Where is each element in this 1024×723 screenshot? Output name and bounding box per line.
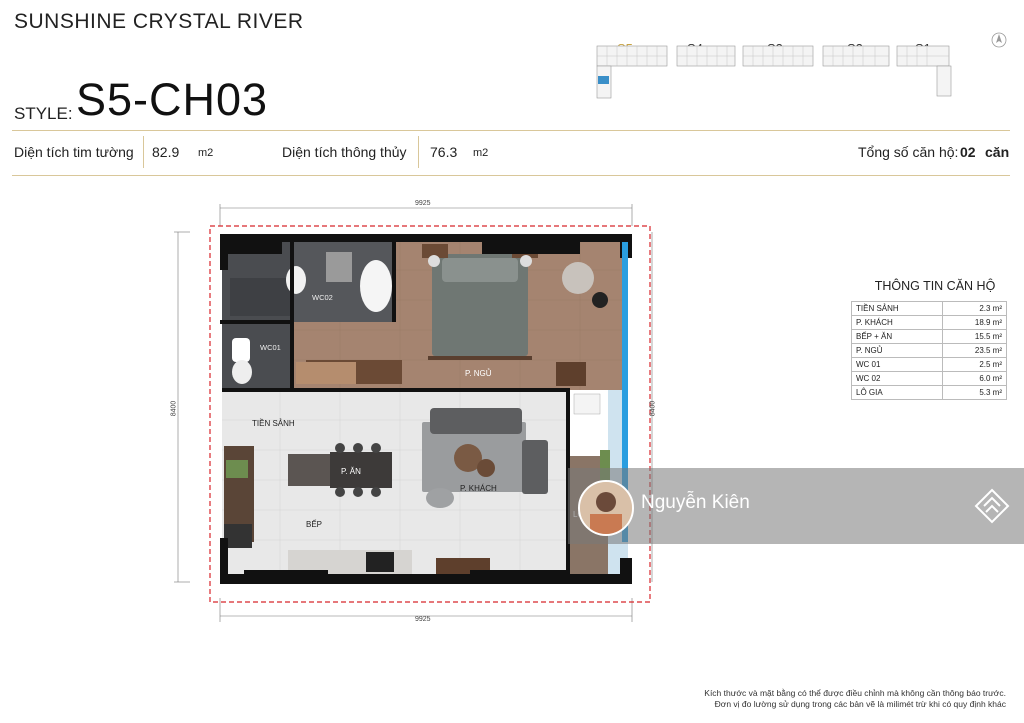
units-label: Tổng số căn hộ: xyxy=(858,144,959,160)
wall-area-value: 82.9 xyxy=(152,144,180,160)
table-cell-name: P. NGỦ xyxy=(850,343,944,358)
table-cell-value: 2.5 m² xyxy=(942,357,1007,372)
table-cell-name: BẾP + ĂN xyxy=(850,329,944,344)
table-cell-value: 18.9 m² xyxy=(942,315,1007,330)
table-cell-name: LÔ GIA xyxy=(850,385,944,400)
clear-area-label: Diện tích thông thủy xyxy=(282,144,407,160)
wall-area-label: Diện tích tim tường xyxy=(14,144,134,160)
dimension-bottom: 9925 xyxy=(415,616,431,623)
dimension-top: 9925 xyxy=(415,200,431,207)
table-row: P. NGỦ 23.5 m² xyxy=(850,343,1007,358)
table-row: WC 02 6.0 m² xyxy=(850,371,1007,386)
table-cell-name: WC 02 xyxy=(850,371,944,386)
table-cell-name: TIỀN SẢNH xyxy=(850,301,944,316)
style-code: S5-CH03 xyxy=(76,74,269,125)
clear-area-unit: m2 xyxy=(473,147,489,159)
table-cell-name: WC 01 xyxy=(850,357,944,372)
table-row: BẾP + ĂN 15.5 m² xyxy=(850,329,1007,344)
dimension-left: 8400 xyxy=(170,400,178,417)
separator xyxy=(418,136,419,168)
room-label-kitchen: BẾP xyxy=(306,520,323,529)
footer-note-line1: Kích thước và mặt bằng có thể được điều … xyxy=(704,688,1006,698)
units-value: 02 xyxy=(960,144,976,160)
watermark-logo-icon xyxy=(974,488,1010,524)
clear-area-value: 76.3 xyxy=(430,144,458,160)
room-label-wc01: WC01 xyxy=(260,343,281,352)
watermark-banner xyxy=(568,468,1024,544)
info-title: THÔNG TIN CĂN HỘ xyxy=(874,279,996,293)
keyplan: S5 S4 S3 S2 S1 xyxy=(585,18,1015,100)
divider-top xyxy=(12,130,1010,131)
table-cell-value: 15.5 m² xyxy=(942,329,1007,344)
table-row: TIỀN SẢNH 2.3 m² xyxy=(850,301,1007,316)
watermark-name: Nguyễn Kiên xyxy=(641,492,750,513)
table-cell-value: 2.3 m² xyxy=(942,301,1007,316)
separator xyxy=(143,136,144,168)
room-label-living: P. KHÁCH xyxy=(460,484,497,493)
room-label-bedroom: P. NGỦ xyxy=(465,369,492,378)
table-cell-value: 23.5 m² xyxy=(942,343,1007,358)
keyplan-drawing xyxy=(596,32,1007,99)
table-cell-name: P. KHÁCH xyxy=(850,315,944,330)
table-row: WC 01 2.5 m² xyxy=(850,357,1007,372)
footer-note-line2: Đơn vị đo lường sử dụng trong các bản vẽ… xyxy=(714,699,1006,709)
avatar xyxy=(578,480,634,536)
table-cell-value: 6.0 m² xyxy=(942,371,1007,386)
table-row: P. KHÁCH 18.9 m² xyxy=(850,315,1007,330)
divider-bottom xyxy=(12,175,1010,176)
floorplan xyxy=(174,204,653,622)
dimension-right: 8400 xyxy=(649,400,657,417)
style-label: STYLE: xyxy=(14,104,73,123)
room-label-foyer: TIỀN SẢNH xyxy=(252,419,295,428)
info-table: TIỀN SẢNH 2.3 m² P. KHÁCH 18.9 m² BẾP + ĂN… xyxy=(850,301,1007,400)
room-label-wc02: WC02 xyxy=(312,293,333,302)
project-title: SUNSHINE CRYSTAL RIVER xyxy=(14,10,304,33)
table-cell-value: 5.3 m² xyxy=(942,385,1007,400)
units-suffix: căn xyxy=(985,144,1010,160)
room-label-dining: P. ĂN xyxy=(341,467,361,476)
table-row: LÔ GIA 5.3 m² xyxy=(850,385,1007,400)
wall-area-unit: m2 xyxy=(198,147,214,159)
